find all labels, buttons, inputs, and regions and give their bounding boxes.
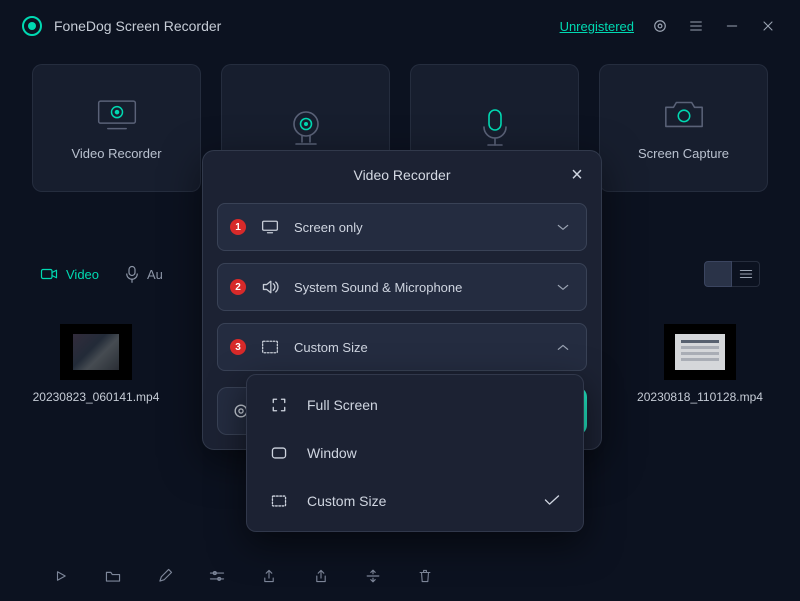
file-item[interactable]: 20230823_060141.mp4 — [36, 324, 156, 418]
option-recording-source[interactable]: 1 Screen only — [217, 203, 587, 251]
trash-icon[interactable] — [416, 567, 434, 585]
chevron-down-icon — [556, 220, 570, 235]
title-bar-right: Unregistered — [560, 16, 778, 36]
option-source-label: Screen only — [294, 220, 363, 235]
full-screen-icon — [269, 395, 289, 415]
submenu-window-label: Window — [307, 445, 357, 461]
sliders-icon[interactable] — [208, 567, 226, 585]
mode-capture-label: Screen Capture — [638, 146, 729, 161]
step-badge-2: 2 — [230, 279, 246, 295]
check-icon — [543, 493, 561, 510]
submenu-window[interactable]: Window — [247, 429, 583, 477]
file-name: 20230818_110128.mp4 — [637, 390, 763, 404]
chevron-up-icon — [556, 340, 570, 355]
option-audio-label: System Sound & Microphone — [294, 280, 462, 295]
step-badge-1: 1 — [230, 219, 246, 235]
library-tab-audio[interactable]: Au — [125, 265, 163, 283]
screen-icon — [260, 217, 280, 237]
modal-close-button[interactable]: × — [567, 165, 587, 185]
app-logo-icon — [22, 16, 42, 36]
folder-icon[interactable] — [104, 567, 122, 585]
step-badge-3: 3 — [230, 339, 246, 355]
submenu-full-screen-label: Full Screen — [307, 397, 378, 413]
mode-screen-capture[interactable]: Screen Capture — [599, 64, 768, 192]
library-tab-audio-label: Au — [147, 267, 163, 282]
option-recording-area[interactable]: 3 Custom Size — [217, 323, 587, 371]
file-item[interactable]: 20230818_110128.mp4 — [640, 324, 760, 418]
submenu-custom-size-label: Custom Size — [307, 493, 386, 509]
share-icon[interactable] — [312, 567, 330, 585]
custom-size-icon — [269, 491, 289, 511]
file-name: 20230823_060141.mp4 — [33, 390, 160, 404]
speaker-icon — [260, 277, 280, 297]
microphone-icon — [473, 110, 517, 146]
minimize-button[interactable] — [722, 16, 742, 36]
unregistered-link[interactable]: Unregistered — [560, 19, 634, 34]
settings-gear-icon[interactable] — [650, 16, 670, 36]
submenu-custom-size[interactable]: Custom Size — [247, 477, 583, 525]
library-tab-video[interactable]: Video — [40, 267, 99, 282]
view-grid-button[interactable] — [704, 261, 732, 287]
play-icon[interactable] — [52, 567, 70, 585]
custom-size-icon — [260, 337, 280, 357]
app-title: FoneDog Screen Recorder — [54, 18, 221, 34]
chevron-down-icon — [556, 280, 570, 295]
view-toggle — [704, 261, 760, 287]
option-audio-source[interactable]: 2 System Sound & Microphone — [217, 263, 587, 311]
bottom-toolbar — [0, 567, 800, 585]
camera-icon — [662, 96, 706, 132]
export-icon[interactable] — [260, 567, 278, 585]
compress-icon[interactable] — [364, 567, 382, 585]
mode-video-recorder[interactable]: Video Recorder — [32, 64, 201, 192]
webcam-icon — [284, 110, 328, 146]
modal-options: 1 Screen only 2 System Sound & Microphon… — [203, 199, 601, 375]
recording-area-submenu: Full Screen Window Custom Size — [246, 374, 584, 532]
modal-title: Video Recorder — [353, 167, 450, 183]
view-list-button[interactable] — [732, 261, 760, 287]
library-tab-video-label: Video — [66, 267, 99, 282]
menu-icon[interactable] — [686, 16, 706, 36]
window-icon — [269, 443, 289, 463]
title-bar: FoneDog Screen Recorder Unregistered — [0, 0, 800, 52]
submenu-full-screen[interactable]: Full Screen — [247, 381, 583, 429]
close-button[interactable] — [758, 16, 778, 36]
option-area-label: Custom Size — [294, 340, 368, 355]
monitor-record-icon — [95, 96, 139, 132]
edit-icon[interactable] — [156, 567, 174, 585]
file-thumbnail — [664, 324, 736, 380]
mode-video-label: Video Recorder — [71, 146, 161, 161]
file-thumbnail — [60, 324, 132, 380]
modal-header: Video Recorder × — [203, 151, 601, 199]
